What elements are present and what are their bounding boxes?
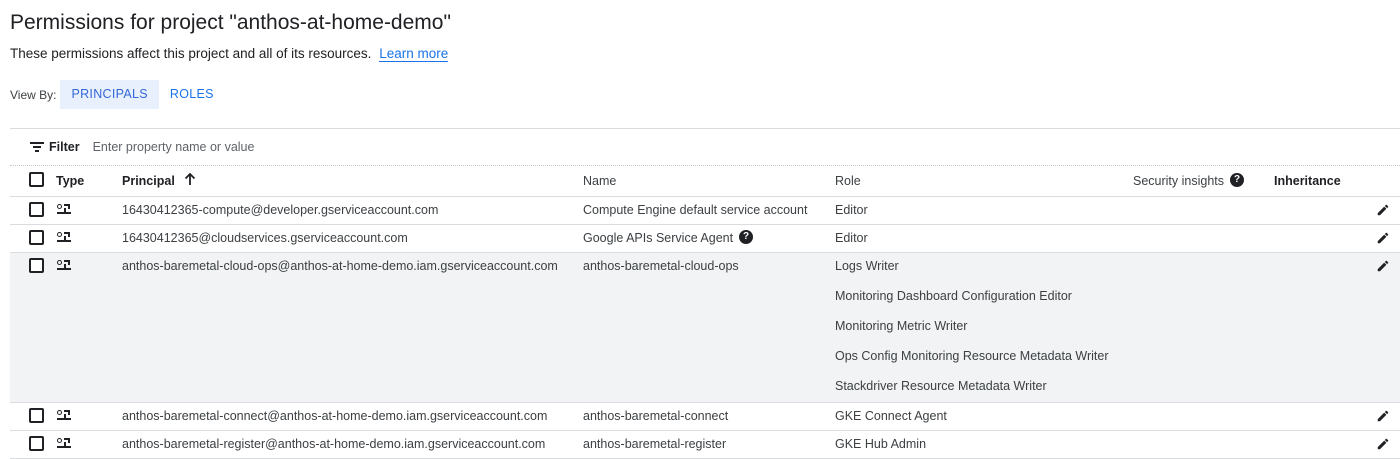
- filter-icon[interactable]: [30, 142, 44, 152]
- row-checkbox[interactable]: [29, 257, 44, 273]
- table-header-row: Type Principal Name Role Security insigh…: [10, 166, 1400, 197]
- learn-more-link[interactable]: Learn more: [379, 46, 449, 62]
- principal-cell: 16430412365@cloudservices.gserviceaccoun…: [122, 230, 408, 245]
- column-role[interactable]: Role: [835, 166, 1133, 197]
- name-text: Google APIs Service Agent: [583, 230, 734, 245]
- role-item: Monitoring Metric Writer: [835, 318, 968, 333]
- column-security-insights-label: Security insights: [1133, 173, 1225, 188]
- principal-cell: anthos-baremetal-connect@anthos-at-home-…: [122, 408, 548, 423]
- principal-cell: anthos-baremetal-cloud-ops@anthos-at-hom…: [122, 258, 558, 273]
- service-account-icon: [57, 409, 71, 420]
- view-by-toggle: View By: PRINCIPALS ROLES: [10, 80, 225, 109]
- pencil-icon[interactable]: [1376, 259, 1390, 273]
- pencil-icon[interactable]: [1376, 231, 1390, 245]
- column-type[interactable]: Type: [56, 166, 122, 197]
- name-cell: anthos-baremetal-register: [583, 436, 727, 451]
- filter-input[interactable]: [92, 140, 493, 154]
- role-cell: Editor: [835, 230, 868, 245]
- role-cell: GKE Hub Admin: [835, 436, 927, 451]
- column-security-insights: Security insights?: [1133, 166, 1274, 197]
- select-all-checkbox[interactable]: [29, 172, 44, 188]
- table-row[interactable]: anthos-baremetal-cloud-ops@anthos-at-hom…: [10, 252, 1400, 403]
- page-title: Permissions for project "anthos-at-home-…: [10, 11, 451, 34]
- table-row[interactable]: anthos-baremetal-connect@anthos-at-home-…: [10, 402, 1400, 431]
- service-account-icon: [57, 437, 71, 448]
- role-item: Monitoring Dashboard Configuration Edito…: [835, 288, 1072, 303]
- filter-bar: Filter: [10, 129, 1400, 166]
- pencil-icon[interactable]: [1376, 437, 1390, 451]
- column-inheritance: Inheritance: [1274, 166, 1374, 197]
- pencil-icon[interactable]: [1376, 409, 1390, 423]
- description-text: These permissions affect this project an…: [10, 46, 372, 61]
- role-item: Ops Config Monitoring Resource Metadata …: [835, 348, 1109, 363]
- role-item: Logs Writer: [835, 258, 899, 273]
- role-cell: GKE Connect Agent: [835, 408, 947, 423]
- table-row[interactable]: 16430412365@cloudservices.gserviceaccoun…: [10, 224, 1400, 253]
- name-cell: Google APIs Service Agent?: [583, 225, 835, 252]
- service-account-icon: [57, 259, 71, 270]
- arrow-up-icon[interactable]: [184, 173, 196, 186]
- select-all-cell: [10, 166, 56, 197]
- column-actions: [1374, 166, 1400, 197]
- service-account-icon: [57, 231, 71, 242]
- permissions-table: Type Principal Name Role Security insigh…: [10, 166, 1400, 459]
- principal-cell: 16430412365-compute@developer.gserviceac…: [122, 202, 439, 217]
- name-cell: Compute Engine default service account: [583, 202, 808, 217]
- tab-roles[interactable]: ROLES: [159, 80, 225, 109]
- row-checkbox[interactable]: [29, 201, 44, 217]
- table-row[interactable]: anthos-baremetal-register@anthos-at-home…: [10, 430, 1400, 459]
- role-cell: Logs Writer Monitoring Dashboard Configu…: [835, 252, 1133, 403]
- help-icon[interactable]: ?: [739, 230, 754, 245]
- column-principal-label: Principal: [122, 173, 175, 188]
- column-principal[interactable]: Principal: [122, 166, 583, 197]
- role-cell: Editor: [835, 202, 868, 217]
- row-checkbox[interactable]: [29, 407, 44, 423]
- pencil-icon[interactable]: [1376, 203, 1390, 217]
- column-name[interactable]: Name: [583, 166, 835, 197]
- name-cell: anthos-baremetal-connect: [583, 408, 729, 423]
- row-checkbox[interactable]: [29, 435, 44, 451]
- help-icon[interactable]: ?: [1230, 173, 1245, 188]
- row-checkbox[interactable]: [29, 229, 44, 245]
- role-item: Stackdriver Resource Metadata Writer: [835, 378, 1047, 393]
- name-cell: anthos-baremetal-cloud-ops: [583, 258, 739, 273]
- filter-label[interactable]: Filter: [49, 140, 80, 154]
- service-account-icon: [57, 203, 71, 214]
- table-row[interactable]: 16430412365-compute@developer.gserviceac…: [10, 196, 1400, 225]
- principal-cell: anthos-baremetal-register@anthos-at-home…: [122, 436, 546, 451]
- view-by-label: View By:: [10, 87, 57, 102]
- page-description: These permissions affect this project an…: [10, 46, 449, 62]
- tab-principals[interactable]: PRINCIPALS: [60, 80, 159, 109]
